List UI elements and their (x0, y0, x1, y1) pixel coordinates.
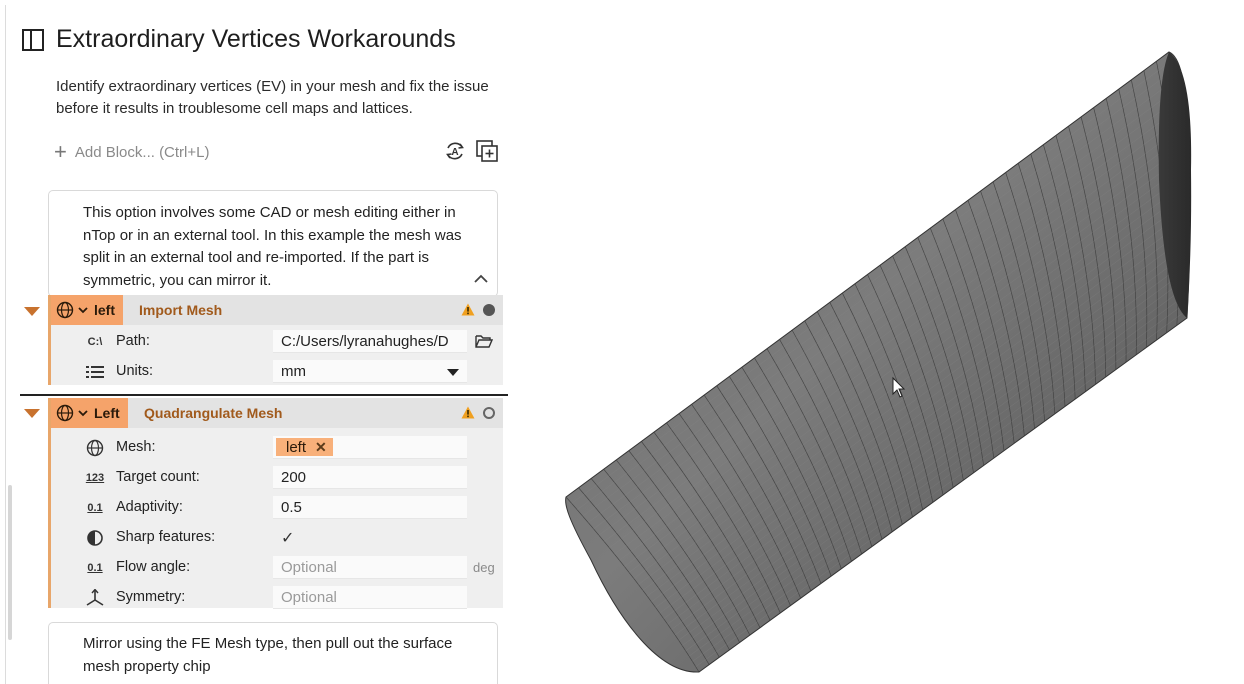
path-input[interactable]: C:/Users/lyranahughes/D (273, 330, 467, 353)
text-block-note-1[interactable]: This option involves some CAD or mesh ed… (48, 190, 498, 297)
quadrangulate-mesh-block[interactable]: Left Quadrangulate Mesh Mesh: left ✕ (48, 398, 503, 608)
notebook-panel: Extraordinary Vertices Workarounds Ident… (5, 5, 510, 684)
axes-icon (85, 589, 105, 607)
target-count-label: Target count: (116, 469, 200, 485)
svg-text:A: A (451, 147, 458, 158)
variable-chip[interactable]: Left (51, 398, 128, 428)
warning-icon[interactable] (461, 406, 475, 419)
block-header: left Import Mesh (51, 295, 503, 325)
sharp-features-checkbox[interactable]: ✓ (273, 528, 294, 548)
units-label: Units: (116, 363, 153, 379)
mesh-input[interactable]: left ✕ (273, 436, 467, 459)
variable-name: Left (94, 405, 120, 421)
sharp-features-label: Sharp features: (116, 529, 215, 545)
block-type-label: Import Mesh (139, 302, 222, 318)
note-text: Mirror using the FE Mesh type, then pull… (83, 633, 483, 678)
collapse-triangle-icon[interactable] (24, 409, 40, 418)
chevron-down-icon (78, 409, 88, 417)
units-value: mm (281, 363, 306, 380)
mesh-label: Mesh: (116, 439, 156, 455)
notebook-title: Extraordinary Vertices Workarounds (56, 25, 456, 54)
flow-angle-label: Flow angle: (116, 559, 190, 575)
mesh-reference-chip[interactable]: left ✕ (276, 438, 333, 456)
chevron-up-icon[interactable] (473, 271, 489, 287)
boolean-half-circle-icon (85, 529, 105, 547)
chevron-down-icon (78, 306, 88, 314)
symmetry-row: Symmetry: Optional (51, 583, 503, 613)
target-count-input[interactable]: 200 (273, 466, 467, 489)
block-header: Left Quadrangulate Mesh (51, 398, 503, 428)
scalar-icon: 0.1 (85, 499, 105, 517)
target-count-row: 123 Target count: 200 (51, 463, 503, 493)
list-icon (85, 363, 105, 381)
add-block-label: Add Block... (Ctrl+L) (75, 144, 210, 161)
plus-icon: + (54, 142, 67, 162)
note-text: This option involves some CAD or mesh ed… (83, 202, 463, 292)
adaptivity-row: 0.1 Adaptivity: 0.5 (51, 493, 503, 523)
status-dot-icon (483, 304, 495, 316)
units-select[interactable]: mm (273, 360, 467, 383)
globe-icon (85, 439, 105, 457)
flow-angle-input[interactable]: Optional (273, 556, 467, 579)
block-type-label: Quadrangulate Mesh (144, 405, 282, 421)
variable-name: left (94, 302, 115, 318)
symmetry-label: Symmetry: (116, 589, 185, 605)
adaptivity-input[interactable]: 0.5 (273, 496, 467, 519)
text-block-note-2[interactable]: Mirror using the FE Mesh type, then pull… (48, 622, 498, 684)
collapse-triangle-icon[interactable] (24, 307, 40, 316)
path-label: Path: (116, 333, 150, 349)
variable-chip[interactable]: left (51, 295, 123, 325)
status-ring-icon (483, 407, 495, 419)
globe-icon (56, 404, 74, 422)
flow-angle-unit: deg (473, 560, 495, 575)
path-row: C:\ Path: C:/Users/lyranahughes/D (51, 327, 503, 357)
symmetry-input[interactable]: Optional (273, 586, 467, 609)
auto-run-icon[interactable]: A (443, 139, 467, 163)
units-row: Units: mm (51, 357, 503, 387)
drive-icon: C:\ (85, 333, 105, 351)
duplicate-icon[interactable] (475, 139, 499, 163)
scalar-icon: 0.1 (85, 559, 105, 577)
remove-x-icon[interactable]: ✕ (315, 436, 327, 459)
notebook-layout-icon[interactable] (22, 29, 44, 51)
integer-icon: 123 (85, 469, 105, 487)
insertion-divider (20, 394, 508, 396)
mesh-reference-name: left (286, 436, 306, 459)
mesh-row: Mesh: left ✕ (51, 433, 503, 463)
sharp-features-row: Sharp features: ✓ (51, 523, 503, 553)
mesh-surface (566, 52, 1189, 672)
dropdown-arrow-icon (447, 369, 459, 376)
flow-angle-row: 0.1 Flow angle: Optional deg (51, 553, 503, 583)
notebook-description: Identify extraordinary vertices (EV) in … (56, 76, 496, 120)
import-mesh-block[interactable]: left Import Mesh C:\ Path: C:/Users/lyra… (48, 295, 503, 385)
warning-icon[interactable] (461, 303, 475, 316)
globe-icon (56, 301, 74, 319)
adaptivity-label: Adaptivity: (116, 499, 183, 515)
mesh-render[interactable] (509, 0, 1244, 684)
panel-scrollbar[interactable] (8, 485, 12, 640)
add-block-button[interactable]: + Add Block... (Ctrl+L) (54, 141, 210, 163)
folder-open-icon[interactable] (475, 333, 493, 349)
